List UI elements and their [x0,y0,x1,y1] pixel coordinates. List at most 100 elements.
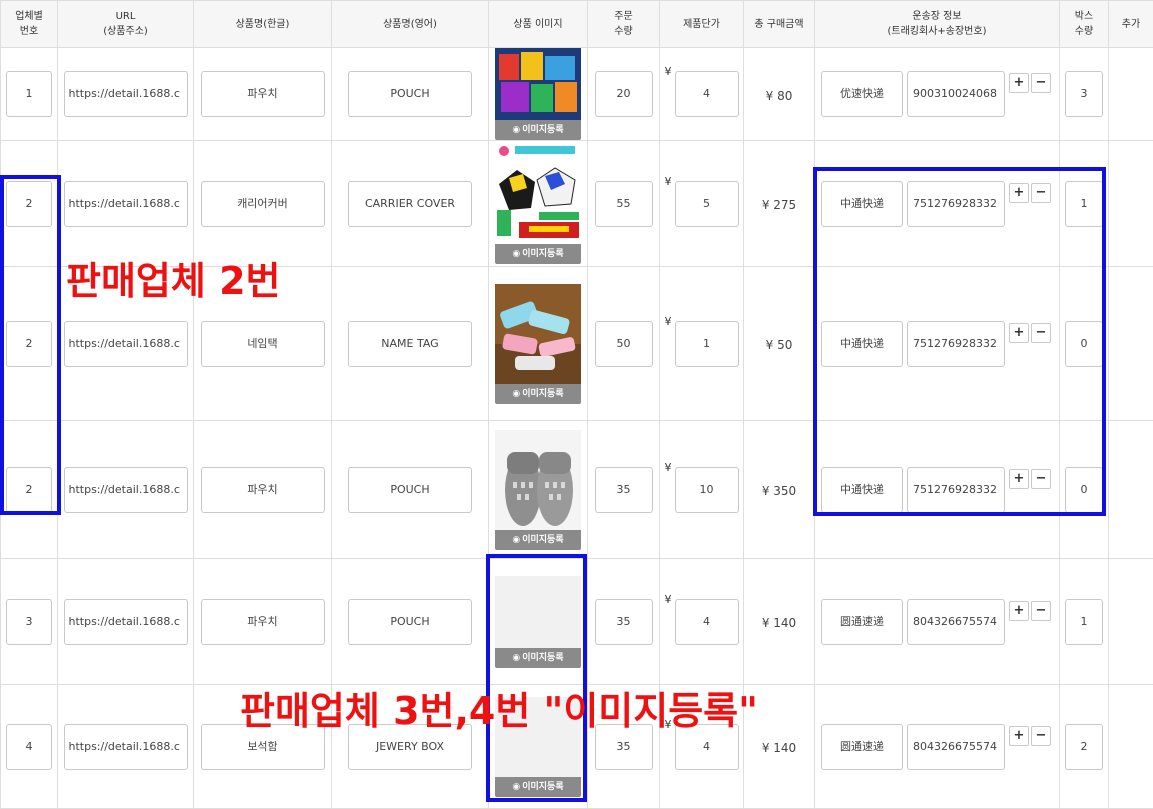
camera-icon: ◉ [512,389,520,399]
seller2-highlight-box [0,175,61,515]
url-field[interactable]: https://detail.1688.c [64,321,188,367]
add-cell [1109,48,1153,141]
add-cell [1109,267,1153,421]
url-field[interactable]: https://detail.1688.c [64,724,188,770]
name-ko-field[interactable]: 파우치 [201,71,325,117]
header-name-ko: 상품명(한글) [194,1,332,48]
total-amount: ¥ 140 [762,741,796,755]
qty-field[interactable]: 35 [595,467,653,513]
slipper-photo [495,430,581,530]
tracking-field[interactable]: 900310024068 [907,71,1005,117]
seller2-shipping-highlight-box [813,167,1106,516]
seller-no-field[interactable]: 1 [6,71,52,117]
header-box-qty: 박스 수량 [1060,1,1109,48]
carrier-cover-photo [495,144,581,244]
header-qty: 주문 수량 [588,1,660,48]
add-cell [1109,421,1153,559]
header-name-en: 상품명(영어) [332,1,489,48]
header-unit-price: 제품단가 [660,1,744,48]
name-ko-field[interactable]: 파우치 [201,467,325,513]
camera-icon: ◉ [512,249,520,259]
name-en-field[interactable]: POUCH [348,71,472,117]
seller-no-field[interactable]: 4 [6,724,52,770]
image-register-label: 이미지등록 [522,249,563,259]
image-register-button[interactable]: ◉이미지등록 [495,530,581,550]
header-url: URL (상품주소) [58,1,194,48]
header-seller-no: 업체별 번호 [1,1,58,48]
carrier-field[interactable]: 优速快递 [821,71,903,117]
name-en-field[interactable]: POUCH [348,599,472,645]
image-register-label: 이미지등록 [522,535,563,545]
pouch-photo-svg [495,48,581,120]
add-cell [1109,685,1153,809]
name-en-field[interactable]: CARRIER COVER [348,181,472,227]
currency-symbol: ¥ [665,175,672,188]
pouch-photo [495,48,581,120]
unit-price-field[interactable]: 4 [675,599,739,645]
total-amount: ¥ 275 [762,198,796,212]
tracking-field[interactable]: 804326675574 [907,724,1005,770]
add-cell [1109,559,1153,685]
qty-field[interactable]: 35 [595,599,653,645]
image-register-button[interactable]: ◉이미지등록 [495,384,581,404]
add-tracking-button[interactable]: + [1009,601,1029,621]
image-cell: ◉이미지등록 [489,141,588,267]
image-register-button[interactable]: ◉이미지등록 [495,120,581,140]
carrier-cover-photo-svg [495,144,581,244]
slipper-photo-svg [495,430,581,530]
image-register-label: 이미지등록 [522,125,563,135]
name-ko-field[interactable]: 네임택 [201,321,325,367]
tracking-field[interactable]: 804326675574 [907,599,1005,645]
total-amount: ¥ 350 [762,484,796,498]
add-cell [1109,141,1153,267]
header-shipping: 운송장 정보 (트래킹회사+송장번호) [815,1,1060,48]
name-ko-field[interactable]: 캐리어커버 [201,181,325,227]
currency-symbol: ¥ [665,461,672,474]
total-amount: ¥ 50 [766,338,793,352]
unit-price-field[interactable]: 10 [675,467,739,513]
image-register-label: 이미지등록 [522,389,563,399]
header-image: 상품 이미지 [489,1,588,48]
name-en-field[interactable]: POUCH [348,467,472,513]
box-qty-field[interactable]: 1 [1065,599,1103,645]
image-register-button[interactable]: ◉이미지등록 [495,244,581,264]
add-tracking-button[interactable]: + [1009,726,1029,746]
annotation-seller34: 판매업체 3번,4번 "이미지등록" [240,680,758,735]
total-amount: ¥ 140 [762,616,796,630]
box-qty-field[interactable]: 3 [1065,71,1103,117]
url-field[interactable]: https://detail.1688.c [64,181,188,227]
total-amount: ¥ 80 [766,89,793,103]
seller-no-field[interactable]: 3 [6,599,52,645]
box-qty-field[interactable]: 2 [1065,724,1103,770]
remove-tracking-button[interactable]: − [1031,601,1051,621]
name-en-field[interactable]: NAME TAG [348,321,472,367]
image-cell: ◉이미지등록 [489,48,588,141]
currency-symbol: ¥ [665,593,672,606]
carrier-field[interactable]: 圆通速递 [821,599,903,645]
url-field[interactable]: https://detail.1688.c [64,71,188,117]
header-add: 추가 [1109,1,1153,48]
camera-icon: ◉ [512,125,520,135]
image-cell: ◉이미지등록 [489,267,588,421]
camera-icon: ◉ [512,535,520,545]
qty-field[interactable]: 50 [595,321,653,367]
table-row: 1 https://detail.1688.c 파우치 POUCH ◉이미지등록… [1,48,1153,141]
header-total: 총 구매금액 [744,1,815,48]
qty-field[interactable]: 55 [595,181,653,227]
unit-price-field[interactable]: 1 [675,321,739,367]
unit-price-field[interactable]: 5 [675,181,739,227]
url-field[interactable]: https://detail.1688.c [64,467,188,513]
url-field[interactable]: https://detail.1688.c [64,599,188,645]
image-register-highlight-box [486,554,587,802]
unit-price-field[interactable]: 4 [675,71,739,117]
annotation-seller2: 판매업체 2번 [66,250,280,305]
remove-tracking-button[interactable]: − [1031,726,1051,746]
add-tracking-button[interactable]: + [1009,73,1029,93]
name-ko-field[interactable]: 파우치 [201,599,325,645]
remove-tracking-button[interactable]: − [1031,73,1051,93]
table-header-row: 업체별 번호 URL (상품주소) 상품명(한글) 상품명(영어) 상품 이미지… [1,1,1153,48]
currency-symbol: ¥ [665,65,672,78]
name-tag-photo-svg [495,284,581,384]
qty-field[interactable]: 20 [595,71,653,117]
carrier-field[interactable]: 圆通速递 [821,724,903,770]
